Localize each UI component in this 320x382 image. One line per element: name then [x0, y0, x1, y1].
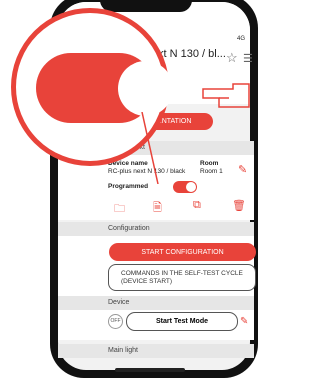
- star-icon[interactable]: ☆: [226, 50, 238, 66]
- start-test-mode-button[interactable]: Start Test Mode: [126, 312, 238, 331]
- commands-self-test-button[interactable]: COMMANDS IN THE SELF-TEST CYCLE (DEVICE …: [108, 264, 256, 291]
- programmed-label: Programmed: [108, 183, 149, 190]
- section-device: Device: [58, 296, 254, 310]
- toggle-zoomed: [36, 53, 173, 123]
- copy-icon[interactable]: ⧉: [193, 199, 201, 212]
- menu-icon[interactable]: ☰: [243, 52, 253, 65]
- folder-icon[interactable]: 🗀: [114, 200, 125, 219]
- trash-icon[interactable]: 🗑: [232, 199, 246, 212]
- pencil-icon[interactable]: ✎: [240, 316, 248, 327]
- section-main-light: Main light: [58, 344, 254, 358]
- phone-notch: [100, 0, 192, 12]
- pencil-icon[interactable]: ✎: [238, 163, 247, 176]
- callout-pointer: [141, 112, 159, 184]
- commands-line-1: COMMANDS IN THE SELF-TEST CYCLE: [121, 270, 243, 277]
- document-icon[interactable]: 🗎: [153, 199, 162, 218]
- signal-indicator: 4G: [236, 36, 245, 42]
- room-label: Room: [200, 160, 219, 167]
- home-indicator: [115, 368, 185, 372]
- toggle-knob-zoomed: [118, 61, 173, 116]
- hand-icon: [202, 83, 250, 108]
- programmed-toggle[interactable]: [173, 181, 197, 193]
- section-configuration: Configuration: [58, 222, 254, 236]
- start-configuration-button[interactable]: START CONFIGURATION: [109, 243, 256, 261]
- off-button[interactable]: OFF: [108, 314, 123, 329]
- room-value: Room 1: [200, 168, 223, 175]
- commands-line-2: (DEVICE START): [121, 278, 173, 285]
